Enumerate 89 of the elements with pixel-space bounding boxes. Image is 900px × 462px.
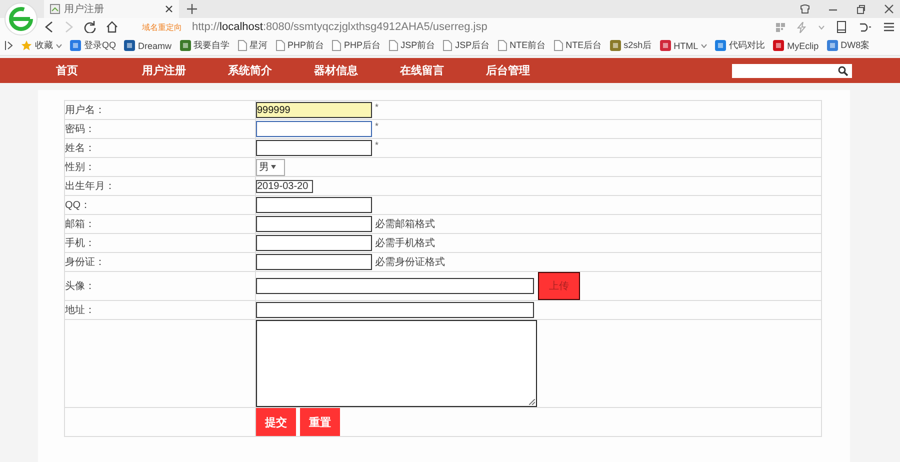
caret-icon [271,165,276,169]
bookmark-item[interactable]: 星河 [238,39,268,52]
required-mark: * [375,102,379,112]
bookmark-item[interactable]: NTE前台 [498,39,546,52]
bookmark-item[interactable]: PHP前台 [276,39,324,52]
nav-link[interactable]: 器材信息 [314,63,400,78]
page-icon [276,40,285,51]
input-field[interactable] [256,254,372,270]
close-icon[interactable] [165,5,173,13]
app-icon [70,40,81,51]
page-icon [443,40,452,51]
field-label: 地址： [65,305,95,316]
field-label: 手机： [65,238,95,249]
field-label: 姓名： [65,143,95,154]
input-field[interactable] [256,197,372,213]
app-icon [180,40,191,51]
bookmark-item[interactable]: 登录QQ [70,39,116,52]
select-field[interactable]: 男 [256,158,285,176]
menu-icon[interactable] [884,22,894,32]
field-label: 头像： [65,281,95,292]
url-text: http://localhost:8080/ssmtyqczjglxthsg4912AHA5/userreg.jsp [192,21,488,33]
page-icon [554,40,563,51]
resize-handle-icon[interactable] [529,399,535,405]
format-hint: 必需手机格式 [375,236,435,250]
search-icon[interactable] [838,66,848,76]
text-area[interactable] [256,320,537,407]
format-hint: 必需邮箱格式 [375,218,435,231]
form-button[interactable]: 重置 [300,408,340,436]
bookmark-item[interactable]: DW8案 [826,39,870,52]
home-icon[interactable] [106,21,118,33]
bookmark-item[interactable]: JSP前台 [388,39,436,52]
field-label: 身份证： [65,257,105,268]
phone-icon[interactable] [837,21,846,33]
app-icon [124,40,136,51]
field-label: 密码： [65,124,95,135]
search-field[interactable] [732,64,852,78]
date-field[interactable]: 2019-03-20 [256,180,314,192]
page-icon [50,4,60,14]
restore-icon[interactable] [856,4,866,14]
page-icon [498,40,507,51]
tab-title: 用户注册 [64,2,105,16]
format-hint: 必需身份证格式 [375,256,445,269]
required-mark: * [375,140,379,150]
input-field[interactable] [256,235,372,251]
nav-link[interactable]: 系统简介 [228,63,314,78]
field-label: 邮箱： [65,219,95,230]
bookmark-item[interactable]: s2sh后 [610,39,652,52]
input-field[interactable] [256,302,534,318]
input-field[interactable] [256,278,534,294]
form-button[interactable]: 提交 [256,408,296,436]
bookmark-item[interactable]: HTML [660,40,708,51]
bookmark-item[interactable]: NTE后台 [554,39,602,52]
close-icon[interactable] [884,4,894,14]
app-icon [773,40,784,51]
bookmark-item[interactable]: MyEclip [773,40,819,51]
redirect-label: 域名重定向 [142,22,182,32]
bookmark-item[interactable]: 代码对比 [715,39,766,52]
reload-icon[interactable] [84,21,96,33]
input-field[interactable] [256,140,372,156]
nav-link[interactable]: 首页 [56,63,142,78]
bookmark-item[interactable]: 收藏 [21,39,62,52]
sidebar-toggle-icon[interactable] [5,41,13,50]
app-icon [715,40,726,51]
bookmark-item[interactable]: PHP后台 [332,39,381,52]
bookmark-item[interactable]: JSP后台 [443,39,490,52]
page-icon [238,40,247,51]
browser-tab[interactable]: 用户注册 [44,0,179,18]
star-icon [21,40,32,51]
input-field[interactable] [256,216,372,232]
input-field[interactable] [256,121,372,137]
input-field[interactable]: 999999 [256,102,372,118]
bookmark-item[interactable]: Dreamw [124,40,172,51]
field-label: 出生年月： [65,181,115,192]
app-icon [610,40,621,51]
page-icon [388,40,398,51]
page-icon [332,40,342,51]
back-icon[interactable] [44,21,54,33]
nav-link[interactable]: 后台管理 [486,63,572,78]
field-label: QQ： [65,200,91,211]
nav-link[interactable]: 用户注册 [142,63,228,78]
app-icon [826,40,838,51]
shirt-icon[interactable] [800,4,810,14]
bookmark-item[interactable]: 我要自学 [180,39,230,52]
field-label: 用户名： [65,105,105,116]
required-mark: * [375,121,379,131]
new-tab-icon[interactable] [187,4,197,14]
nav-link[interactable]: 在线留言 [400,63,486,78]
app-icon [660,40,671,51]
field-label: 性别： [65,162,95,173]
